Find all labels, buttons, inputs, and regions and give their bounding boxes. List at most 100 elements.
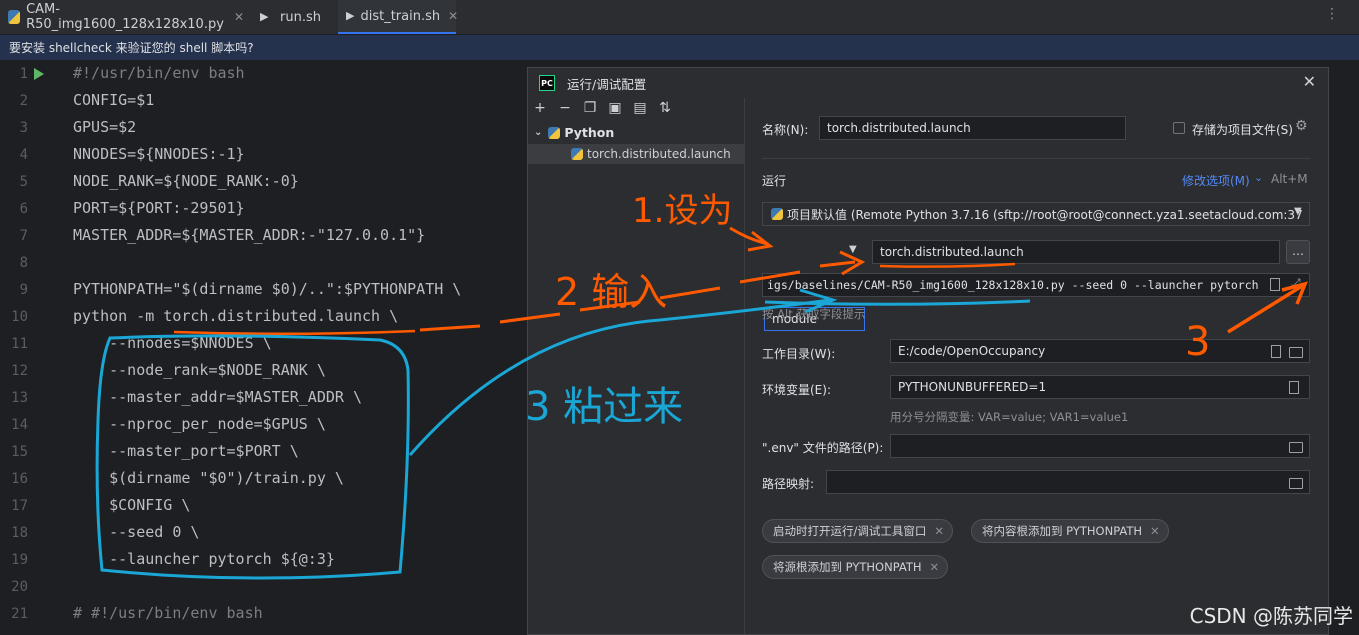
folder-icon[interactable] — [1289, 347, 1303, 358]
tab-label: CAM-R50_img1600_128x128x10.py — [26, 2, 224, 32]
code-line[interactable]: --master_port=$PORT \ — [73, 442, 299, 460]
name-label: 名称(N): — [762, 123, 809, 137]
store-as-project-checkbox[interactable] — [1173, 122, 1185, 134]
code-line[interactable]: --seed 0 \ — [73, 523, 199, 541]
gear-icon[interactable]: ⚙ — [1295, 118, 1308, 134]
interpreter-select[interactable]: 项目默认值 (Remote Python 3.7.16 (sftp://root… — [762, 202, 1310, 226]
line-number: 6 — [19, 201, 28, 217]
expand-icon[interactable]: ⤢ — [1291, 276, 1301, 291]
code-line[interactable]: NODE_RANK=${NODE_RANK:-0} — [73, 172, 299, 190]
chevron-down-icon[interactable]: ▼ — [1294, 206, 1302, 217]
dialog-title: 运行/调试配置 — [567, 76, 647, 92]
sort-icon[interactable]: ⇅ — [657, 100, 673, 120]
workdir-label: 工作目录(W): — [762, 347, 836, 361]
env-vars-hint: 用分号分隔变量: VAR=value; VAR1=value1 — [890, 410, 1129, 424]
run-gutter-icon[interactable] — [34, 68, 44, 80]
dialog-title-bar: PC 运行/调试配置 ✕ — [528, 68, 1328, 98]
option-chip-open-tool-window[interactable]: 启动时打开运行/调试工具窗口 ✕ — [762, 519, 954, 543]
line-number: 12 — [11, 363, 28, 379]
folder-add-icon[interactable]: ▤ — [632, 100, 648, 120]
browse-button[interactable]: … — [1286, 240, 1310, 264]
line-number: 20 — [11, 579, 28, 595]
script-parameters-input[interactable]: igs/baselines/CAM-R50_img1600_128x128x10… — [762, 273, 1310, 297]
pycharm-logo-icon: PC — [539, 75, 555, 91]
remove-icon[interactable]: − — [557, 100, 573, 120]
option-chip-content-root[interactable]: 将内容根添加到 PYTHONPATH ✕ — [971, 519, 1169, 543]
code-line[interactable]: CONFIG=$1 — [73, 91, 154, 109]
code-line[interactable]: GPUS=$2 — [73, 118, 136, 136]
env-vars-label: 环境变量(E): — [762, 383, 831, 397]
more-tabs-icon[interactable]: ⋮ — [1325, 6, 1339, 22]
document-icon[interactable] — [1270, 278, 1280, 291]
python-icon — [548, 126, 561, 139]
modify-options-link[interactable]: 修改选项(M) — [1182, 172, 1250, 189]
line-number: 10 — [11, 309, 28, 325]
store-as-project-label: 存储为项目文件(S) — [1192, 123, 1293, 137]
code-line[interactable]: MASTER_ADDR=${MASTER_ADDR:-"127.0.0.1"} — [73, 226, 425, 244]
document-icon[interactable] — [1289, 381, 1299, 394]
modify-options-shortcut: Alt+M — [1271, 172, 1308, 186]
close-icon[interactable]: ✕ — [930, 560, 940, 574]
interpreter-value: 项目默认值 (Remote Python 3.7.16 (sftp://root… — [787, 207, 1303, 222]
tab-cam-r50-py[interactable]: CAM-R50_img1600_128x128x10.py ✕ — [0, 0, 252, 34]
code-line[interactable]: --node_rank=$NODE_RANK \ — [73, 361, 326, 379]
path-mapping-input[interactable] — [826, 470, 1310, 494]
tab-run-sh[interactable]: ▶ run.sh — [252, 0, 338, 34]
line-number: 5 — [19, 174, 28, 190]
close-icon[interactable]: ✕ — [234, 10, 244, 24]
code-line[interactable]: NNODES=${NNODES:-1} — [73, 145, 245, 163]
code-line[interactable]: --master_addr=$MASTER_ADDR \ — [73, 388, 362, 406]
code-line[interactable]: --launcher pytorch ${@:3} — [73, 550, 335, 568]
code-line[interactable]: $CONFIG \ — [73, 496, 190, 514]
tab-dist-train-sh[interactable]: ▶ dist_train.sh ✕ — [338, 0, 458, 34]
add-icon[interactable]: + — [532, 100, 548, 120]
tree-group-python[interactable]: ⌄ Python — [534, 125, 614, 140]
chip-label: 将内容根添加到 PYTHONPATH — [982, 524, 1143, 538]
line-number: 1 — [19, 66, 28, 82]
config-form: 名称(N): torch.distributed.launch 存储为项目文件(… — [745, 98, 1329, 634]
folder-icon[interactable] — [1289, 478, 1303, 489]
workdir-input[interactable]: E:/code/OpenOccupancy — [890, 339, 1310, 363]
close-icon[interactable]: ✕ — [1303, 72, 1316, 91]
dotenv-input[interactable] — [890, 434, 1310, 458]
code-line[interactable]: #!/usr/bin/env bash — [73, 64, 245, 82]
tree-item-torch-launch[interactable]: torch.distributed.launch — [528, 144, 744, 164]
code-line[interactable]: python -m torch.distributed.launch \ — [73, 307, 398, 325]
name-input[interactable]: torch.distributed.launch — [819, 116, 1126, 140]
copy-icon[interactable]: ❐ — [582, 100, 598, 120]
code-line[interactable]: $(dirname "$0")/train.py \ — [73, 469, 344, 487]
dotenv-label: ".env" 文件的路径(P): — [762, 441, 884, 455]
editor-scrollbar[interactable] — [1329, 60, 1359, 635]
env-vars-input[interactable]: PYTHONUNBUFFERED=1 — [890, 375, 1310, 399]
close-icon[interactable]: ✕ — [934, 524, 944, 538]
line-number: 19 — [11, 552, 28, 568]
close-icon[interactable]: ✕ — [1150, 524, 1160, 538]
code-line[interactable]: --nproc_per_node=$GPUS \ — [73, 415, 326, 433]
line-number: 11 — [11, 336, 28, 352]
shell-file-icon: ▶ — [260, 10, 269, 23]
code-line[interactable]: PORT=${PORT:-29501} — [73, 199, 245, 217]
line-number: 8 — [19, 255, 28, 271]
chip-label: 启动时打开运行/调试工具窗口 — [773, 524, 927, 538]
folder-icon[interactable] — [1289, 442, 1303, 453]
code-line[interactable]: --nnodes=$NNODES \ — [73, 334, 272, 352]
save-icon[interactable]: ▣ — [607, 100, 623, 120]
python-icon — [771, 208, 783, 220]
editor-tab-bar: CAM-R50_img1600_128x128x10.py ✕ ▶ run.sh… — [0, 0, 1359, 35]
chevron-down-icon[interactable]: ⌄ — [534, 127, 542, 138]
code-line[interactable]: PYTHONPATH="$(dirname $0)/..":$PYTHONPAT… — [73, 280, 461, 298]
document-icon[interactable] — [1271, 345, 1281, 358]
chip-label: 将源根添加到 PYTHONPATH — [773, 560, 922, 574]
chevron-down-icon[interactable]: ▼ — [849, 244, 857, 255]
csdn-watermark: CSDN @陈苏同学 — [1189, 604, 1353, 628]
code-line[interactable]: # #!/usr/bin/env bash — [73, 604, 263, 622]
run-debug-config-dialog: PC 运行/调试配置 ✕ + − ❐ ▣ ▤ ⇅ ⌄ Python torch.… — [527, 67, 1329, 635]
config-toolbar: + − ❐ ▣ ▤ ⇅ — [532, 100, 673, 120]
module-name-input[interactable]: torch.distributed.launch — [872, 240, 1280, 264]
shellcheck-notification: 要安装 shellcheck 来验证您的 shell 脚本吗? — [0, 35, 1359, 60]
line-number: 21 — [11, 606, 28, 622]
line-number: 7 — [19, 228, 28, 244]
close-icon[interactable]: ✕ — [448, 9, 458, 23]
option-chip-source-root[interactable]: 将源根添加到 PYTHONPATH ✕ — [762, 555, 949, 579]
chevron-down-icon[interactable]: ⌄ — [1254, 171, 1263, 184]
